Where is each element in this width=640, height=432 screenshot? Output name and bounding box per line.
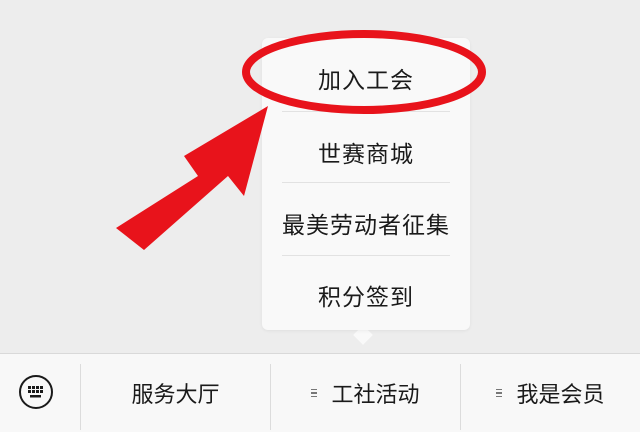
red-arrow-icon: [116, 106, 268, 250]
highlight-ellipse: [242, 30, 486, 114]
annotation-overlay: [116, 30, 486, 250]
